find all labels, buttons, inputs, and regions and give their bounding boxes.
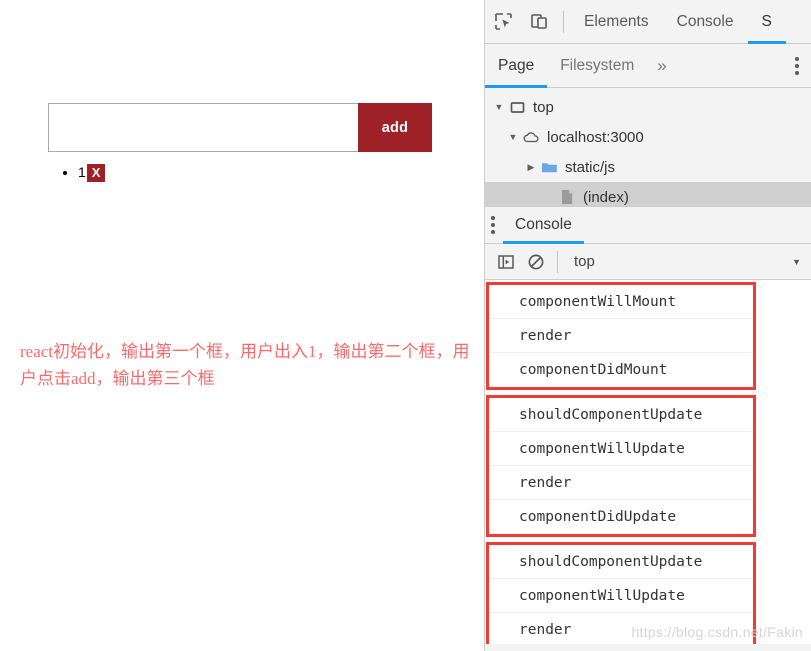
devtools-panel: Elements Console S Page Filesystem » ▼ t… bbox=[484, 0, 811, 651]
document-icon bbox=[557, 189, 577, 205]
cloud-icon bbox=[521, 131, 541, 144]
navigator-more-options-button[interactable] bbox=[783, 44, 811, 88]
console-toolbar-divider bbox=[557, 250, 558, 273]
console-message: shouldComponentUpdate bbox=[489, 545, 753, 579]
console-sidebar-icon[interactable] bbox=[491, 244, 521, 280]
console-message: componentWillMount bbox=[489, 285, 753, 319]
frame-icon bbox=[507, 100, 527, 115]
console-output[interactable]: componentWillMount render componentDidMo… bbox=[485, 280, 811, 644]
chevron-down-icon[interactable]: ▼ bbox=[792, 257, 811, 267]
tree-item-label: (index) bbox=[583, 188, 629, 206]
list-item: 1X bbox=[78, 162, 106, 182]
folder-icon bbox=[539, 160, 559, 174]
devtools-main-toolbar: Elements Console S bbox=[485, 0, 811, 44]
todo-item-text: 1 bbox=[78, 164, 86, 180]
browser-page-viewport: add 1X react初始化，输出第一个框，用户出入1，输出第二个框，用户点击… bbox=[0, 0, 484, 651]
console-message: render bbox=[489, 466, 753, 500]
inspect-element-icon[interactable] bbox=[485, 0, 521, 44]
console-message: componentWillUpdate bbox=[489, 432, 753, 466]
chevron-right-icon[interactable]: ▶ bbox=[523, 162, 539, 173]
tree-item-index[interactable]: (index) bbox=[485, 182, 811, 206]
console-message: shouldComponentUpdate bbox=[489, 398, 753, 432]
tree-item-label: static/js bbox=[565, 158, 616, 176]
todo-list: 1X bbox=[48, 162, 106, 182]
subtab-filesystem[interactable]: Filesystem bbox=[547, 44, 647, 88]
tree-item-top[interactable]: ▼ top bbox=[485, 92, 811, 122]
tree-item-label: top bbox=[533, 98, 554, 116]
chevron-down-icon[interactable]: ▼ bbox=[505, 132, 521, 142]
tree-item-label: localhost:3000 bbox=[547, 128, 644, 146]
sources-navigator-tabbar: Page Filesystem » bbox=[485, 44, 811, 88]
sources-file-tree: ▼ top ▼ localhost:3000 ▶ static/js (inde… bbox=[485, 88, 811, 206]
drawer-tab-console[interactable]: Console bbox=[503, 206, 584, 244]
device-toolbar-icon[interactable] bbox=[521, 0, 557, 44]
console-toolbar: top ▼ bbox=[485, 244, 811, 280]
drawer-tabbar: Console bbox=[485, 206, 811, 244]
more-tabs-icon[interactable]: » bbox=[647, 57, 676, 74]
toolbar-divider bbox=[563, 10, 564, 33]
console-message: componentDidMount bbox=[489, 353, 753, 387]
add-button[interactable]: add bbox=[358, 103, 432, 152]
console-message: componentWillUpdate bbox=[489, 579, 753, 613]
tab-sources[interactable]: S bbox=[747, 0, 787, 44]
tab-elements[interactable]: Elements bbox=[570, 0, 663, 44]
kebab-icon bbox=[795, 56, 799, 75]
remove-todo-button[interactable]: X bbox=[86, 164, 106, 182]
clear-console-icon[interactable] bbox=[521, 244, 551, 280]
todo-text-input[interactable] bbox=[48, 103, 358, 152]
subtab-page[interactable]: Page bbox=[485, 44, 548, 88]
console-message: componentDidUpdate bbox=[489, 500, 753, 534]
console-context-label: top bbox=[574, 253, 595, 270]
tree-item-static-js[interactable]: ▶ static/js bbox=[485, 152, 811, 182]
console-message-group: componentWillMount render componentDidMo… bbox=[486, 282, 756, 390]
console-message: render bbox=[489, 319, 753, 353]
console-context-selector[interactable]: top ▼ bbox=[564, 253, 811, 270]
watermark-text: https://blog.csdn.net/Fakin bbox=[631, 624, 803, 640]
console-message-group: shouldComponentUpdate componentWillUpdat… bbox=[486, 395, 756, 537]
tab-console[interactable]: Console bbox=[663, 0, 748, 44]
chevron-down-icon[interactable]: ▼ bbox=[491, 102, 507, 112]
todo-input-row: add bbox=[48, 103, 432, 152]
annotation-text: react初始化，输出第一个框，用户出入1，输出第二个框，用户点击add，输出第… bbox=[20, 342, 470, 388]
tree-item-localhost[interactable]: ▼ localhost:3000 bbox=[485, 122, 811, 152]
drawer-more-options-icon[interactable] bbox=[491, 216, 495, 234]
